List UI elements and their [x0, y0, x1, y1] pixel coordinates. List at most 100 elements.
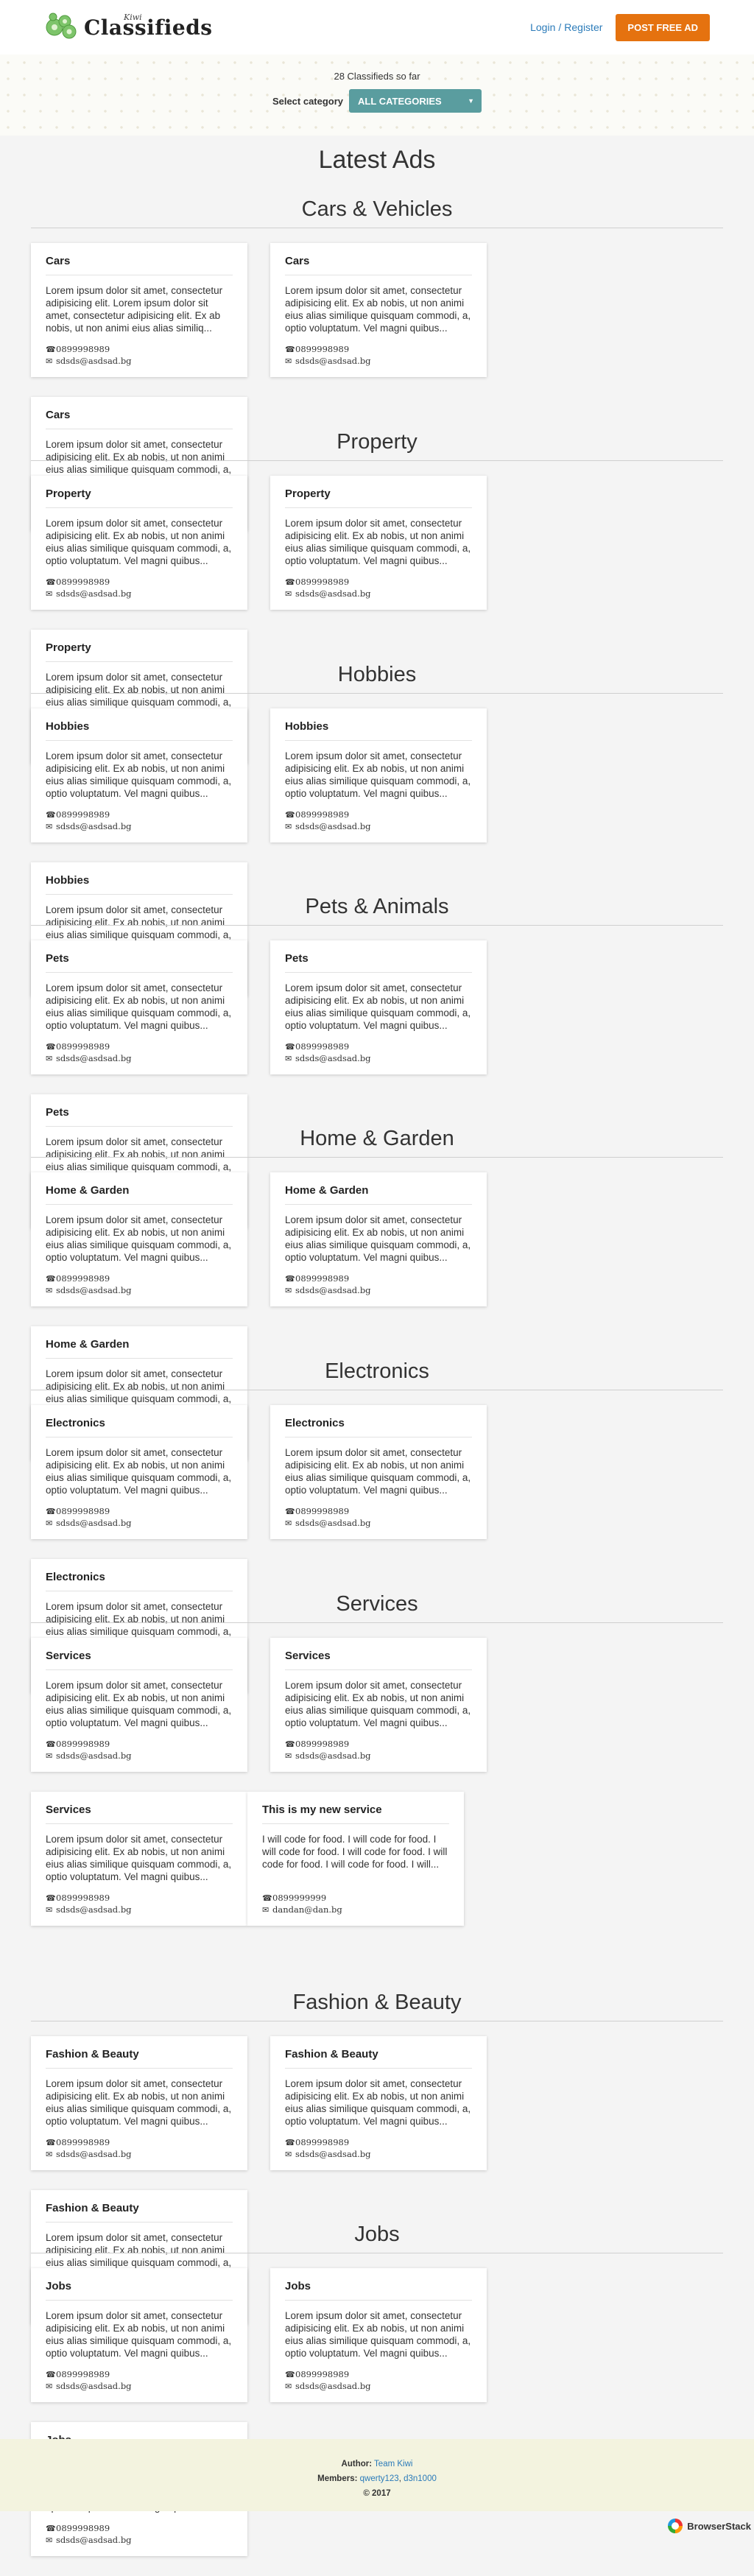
envelope-icon: ✉	[285, 821, 292, 831]
footer-member-link[interactable]: qwerty123	[360, 2474, 399, 2483]
ad-contact: ☎0899998989✉sdsds@asdsad.bg	[46, 2136, 233, 2160]
ad-title[interactable]: This is my new service	[262, 1803, 449, 1824]
login-link[interactable]: Login	[530, 21, 555, 33]
ad-card[interactable]: Cars Lorem ipsum dolor sit amet, consecte…	[270, 243, 487, 377]
ad-title[interactable]: Services	[285, 1650, 472, 1670]
ad-title[interactable]: Property	[46, 641, 233, 662]
ad-card[interactable]: Fashion & Beauty Lorem ipsum dolor sit am…	[270, 2036, 487, 2170]
ad-card[interactable]: Services Lorem ipsum dolor sit amet, cons…	[31, 1638, 247, 1772]
ad-title[interactable]: Electronics	[46, 1571, 233, 1591]
ad-contact: ☎ 0899999999 ✉ dandan@dan.bg	[262, 1892, 449, 1915]
caret-down-icon: ▼	[468, 97, 475, 105]
ad-phone: 0899998989	[56, 577, 110, 587]
envelope-icon: ✉	[285, 1053, 292, 1063]
ad-phone: 0899998989	[295, 577, 350, 587]
phone-icon: ☎	[46, 809, 56, 820]
ad-contact: ☎0899998989✉sdsds@asdsad.bg	[285, 809, 472, 832]
footer-copyright: © 2017	[363, 2489, 391, 2498]
register-link[interactable]: Register	[564, 21, 602, 33]
ad-title[interactable]: Services	[46, 1803, 233, 1824]
footer-members-label: Members:	[317, 2474, 358, 2483]
ad-card[interactable]: Services Lorem ipsum dolor sit amet, cons…	[31, 1792, 247, 1926]
site-logo[interactable]: Kiwi Classifieds	[43, 11, 213, 43]
envelope-icon: ✉	[285, 2149, 292, 2159]
browserstack-badge: BrowserStack	[668, 2519, 751, 2533]
ad-title[interactable]: Home & Garden	[46, 1184, 233, 1205]
ad-title[interactable]: Pets	[46, 1106, 233, 1127]
phone-icon: ☎	[46, 344, 56, 354]
ad-title[interactable]: Jobs	[46, 2280, 233, 2301]
ad-card[interactable]: Hobbies Lorem ipsum dolor sit amet, conse…	[31, 708, 247, 842]
envelope-icon: ✉	[46, 588, 53, 599]
ad-card[interactable]: This is my new service I will code for fo…	[247, 1792, 464, 1926]
ad-title[interactable]: Pets	[285, 952, 472, 973]
ad-title[interactable]: Cars	[46, 409, 233, 429]
ad-card[interactable]: Jobs Lorem ipsum dolor sit amet, consecte…	[31, 2268, 247, 2402]
envelope-icon: ✉	[285, 356, 292, 366]
ad-title[interactable]: Property	[46, 488, 233, 508]
phone-icon: ☎	[46, 577, 56, 587]
envelope-icon: ✉	[262, 1904, 269, 1915]
envelope-icon: ✉	[46, 1053, 53, 1063]
ad-phone: 0899998989	[295, 1041, 350, 1052]
ad-contact: ☎0899998989✉sdsds@asdsad.bg	[285, 1041, 472, 1064]
ad-contact: ☎0899998989✉sdsds@asdsad.bg	[46, 1041, 233, 1064]
phone-icon: ☎	[285, 1506, 295, 1516]
envelope-icon: ✉	[285, 1750, 292, 1761]
ad-title[interactable]: Pets	[46, 952, 233, 973]
ad-title[interactable]: Hobbies	[46, 874, 233, 895]
ad-description: Lorem ipsum dolor sit amet, consectetur …	[285, 2078, 471, 2127]
footer-author-link[interactable]: Team Kiwi	[374, 2460, 412, 2468]
ad-email: sdsds@asdsad.bg	[295, 588, 371, 599]
ad-title[interactable]: Hobbies	[46, 720, 233, 741]
ad-title[interactable]: Hobbies	[285, 720, 472, 741]
ad-card[interactable]: Hobbies Lorem ipsum dolor sit amet, conse…	[270, 708, 487, 842]
ad-title[interactable]: Property	[285, 488, 472, 508]
phone-icon: ☎	[46, 1893, 56, 1903]
ad-card[interactable]: Pets Lorem ipsum dolor sit amet, consecte…	[31, 940, 247, 1074]
logo-title: Classifieds	[84, 15, 213, 40]
ad-title[interactable]: Cars	[46, 255, 233, 275]
envelope-icon: ✉	[285, 2381, 292, 2391]
phone-icon: ☎	[285, 2137, 295, 2147]
ad-card[interactable]: Home & Garden Lorem ipsum dolor sit amet,…	[270, 1172, 487, 1306]
category-select[interactable]: ALL CATEGORIES ▼	[349, 89, 482, 113]
ad-card[interactable]: Cars Lorem ipsum dolor sit amet, consecte…	[31, 243, 247, 377]
ad-card[interactable]: Property Lorem ipsum dolor sit amet, cons…	[270, 476, 487, 610]
ad-card[interactable]: Services Lorem ipsum dolor sit amet, cons…	[270, 1638, 487, 1772]
ad-card[interactable]: Pets Lorem ipsum dolor sit amet, consecte…	[270, 940, 487, 1074]
ad-title[interactable]: Fashion & Beauty	[46, 2202, 233, 2223]
ad-phone: 0899998989	[56, 1893, 110, 1903]
ad-title[interactable]: Home & Garden	[285, 1184, 472, 1205]
ad-title[interactable]: Cars	[285, 255, 472, 275]
auth-separator: /	[558, 21, 562, 33]
category-select-label: Select category	[272, 95, 344, 107]
ad-phone: 0899998989	[56, 809, 110, 820]
ad-title[interactable]: Electronics	[46, 1417, 233, 1437]
section-title: Electronics	[31, 1359, 723, 1390]
ad-card[interactable]: Home & Garden Lorem ipsum dolor sit amet,…	[31, 1172, 247, 1306]
ad-title[interactable]: Fashion & Beauty	[285, 2048, 472, 2069]
ad-title[interactable]: Fashion & Beauty	[46, 2048, 233, 2069]
ad-card[interactable]: Property Lorem ipsum dolor sit amet, cons…	[31, 476, 247, 610]
post-free-ad-button[interactable]: POST FREE AD	[616, 13, 710, 41]
ad-card[interactable]: Electronics Lorem ipsum dolor sit amet, c…	[31, 1405, 247, 1539]
phone-icon: ☎	[46, 1041, 56, 1052]
hero-banner: 28 Classifieds so far Select category AL…	[0, 54, 754, 136]
ad-card[interactable]: Fashion & Beauty Lorem ipsum dolor sit am…	[31, 2036, 247, 2170]
ad-title[interactable]: Home & Garden	[46, 1338, 233, 1359]
ad-phone: 0899998989	[295, 2137, 350, 2147]
footer-member-link[interactable]: d3n1000	[404, 2474, 437, 2483]
ad-card[interactable]: Jobs Lorem ipsum dolor sit amet, consecte…	[270, 2268, 487, 2402]
ad-title[interactable]: Jobs	[285, 2280, 472, 2301]
ad-description: Lorem ipsum dolor sit amet, consectetur …	[285, 518, 471, 566]
ad-email: sdsds@asdsad.bg	[56, 1750, 132, 1761]
ad-email: sdsds@asdsad.bg	[56, 821, 132, 831]
ad-email: sdsds@asdsad.bg	[56, 588, 132, 599]
ad-title[interactable]: Services	[46, 1650, 233, 1670]
ad-description: Lorem ipsum dolor sit amet, consectetur …	[46, 750, 232, 799]
ad-title[interactable]: Electronics	[285, 1417, 472, 1437]
ad-contact: ☎0899998989✉sdsds@asdsad.bg	[285, 576, 472, 599]
envelope-icon: ✉	[46, 1518, 53, 1528]
ad-card[interactable]: Electronics Lorem ipsum dolor sit amet, c…	[270, 1405, 487, 1539]
